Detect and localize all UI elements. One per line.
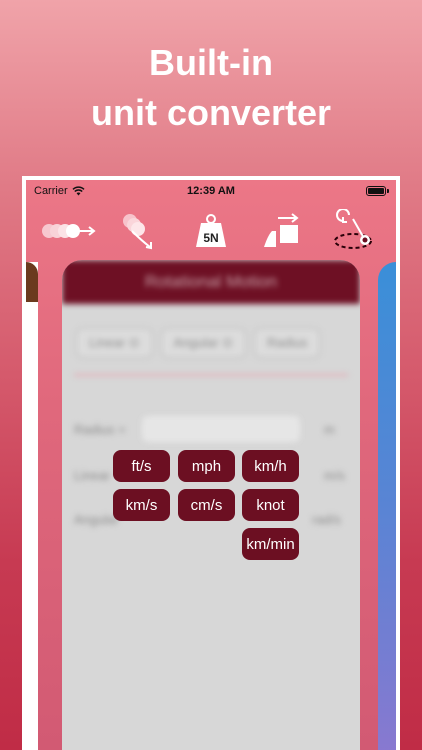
radius-label: Radius = [74,422,126,437]
unit-button-mph[interactable]: mph [178,450,235,482]
unit-button-km-s[interactable]: km/s [113,489,170,521]
card-title: Rotational Motion [62,260,360,304]
unit-button-knot[interactable]: knot [242,489,299,521]
projectile-motion-tool[interactable] [111,208,169,254]
svg-text:5N: 5N [203,231,218,245]
linear-motion-icon [42,224,96,238]
phone-frame: Carrier 12:39 AM 5N Rotational Motion Li… [22,176,400,750]
battery-icon [366,186,389,196]
projectile-motion-icon [123,214,153,250]
tab-radius[interactable]: Radius [253,328,321,358]
force-tool[interactable]: 5N [182,208,240,254]
linear-motion-tool[interactable] [40,208,98,254]
unit-button-km-h[interactable]: km/h [242,450,299,482]
physics-toolbar: 5N [26,206,396,256]
blurred-form: Linear ⊙ Angular ⊙ Radius Radius = m Lin… [62,304,360,750]
force-weight-icon: 5N [195,214,226,247]
variable-tabs: Linear ⊙ Angular ⊙ Radius [76,328,321,358]
status-bar: Carrier 12:39 AM [26,180,396,202]
radius-input[interactable] [142,416,300,442]
app-screen: Carrier 12:39 AM 5N Rotational Motion Li… [26,180,396,750]
work-energy-tool[interactable] [253,208,311,254]
unit-button-cm-s[interactable]: cm/s [178,489,235,521]
next-page-peek[interactable] [378,262,396,750]
work-energy-icon [263,213,299,247]
unit-button-ft-s[interactable]: ft/s [113,450,170,482]
rotational-motion-tool[interactable] [324,208,382,254]
tab-linear[interactable]: Linear ⊙ [76,328,153,358]
headline-line-2: unit converter [90,92,332,133]
headline: Built-in unit converter [0,38,422,138]
linear-unit: m/s [324,468,345,483]
unit-button-km-min[interactable]: km/min [242,528,299,560]
headline-line-1: Built-in [149,42,273,83]
angular-unit: rad/s [312,512,341,527]
rotational-motion-icon [333,209,372,249]
section-divider [74,374,348,376]
prev-page-peek[interactable] [26,262,38,750]
radius-unit: m [324,422,335,437]
status-time: 12:39 AM [187,185,235,197]
tab-angular[interactable]: Angular ⊙ [160,328,246,358]
angular-label: Angular [74,512,119,527]
linear-label: Linear [74,468,111,483]
